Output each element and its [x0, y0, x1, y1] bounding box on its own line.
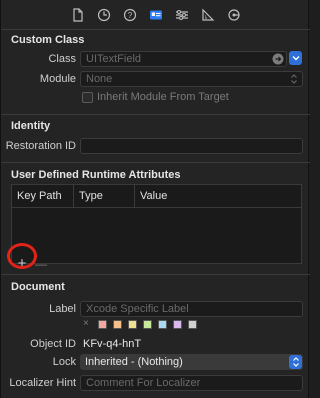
class-dropdown-button[interactable]: [289, 51, 302, 65]
inherit-module-checkbox[interactable]: [82, 92, 93, 103]
chevron-down-icon: [292, 56, 299, 61]
document-title: Document: [11, 281, 65, 293]
color-swatch[interactable]: [188, 320, 197, 329]
inspector-panel: ? Custom Class Class UITextField Module …: [0, 0, 310, 398]
attributes-icon[interactable]: [173, 6, 191, 24]
color-swatch[interactable]: [128, 320, 137, 329]
class-label: Class: [48, 53, 76, 65]
history-icon[interactable]: [95, 6, 113, 24]
udra-footer: [12, 245, 301, 263]
color-swatch[interactable]: [113, 320, 122, 329]
udra-header-row: Key Path Type Value: [12, 185, 301, 208]
restoration-id-field[interactable]: [80, 138, 303, 154]
localizer-hint-field[interactable]: Comment For Localizer: [80, 375, 303, 391]
localizer-hint-label: Localizer Hint: [9, 377, 76, 389]
svg-text:?: ?: [127, 11, 132, 20]
clear-color-icon[interactable]: ×: [83, 318, 89, 329]
restoration-id-label: Restoration ID: [5, 140, 76, 152]
inspector-toolbar: ?: [1, 0, 310, 30]
highlight-circle: [7, 243, 37, 269]
label-label: Label: [49, 303, 76, 315]
module-placeholder: None: [86, 73, 113, 85]
help-icon[interactable]: ?: [121, 6, 139, 24]
lock-stepper-button[interactable]: [289, 355, 302, 369]
lock-label: Lock: [52, 356, 76, 368]
color-swatch[interactable]: [158, 320, 167, 329]
column-header-key-path[interactable]: Key Path: [12, 185, 74, 207]
toolbar-divider: [1, 29, 310, 30]
class-placeholder: UITextField: [86, 53, 142, 65]
section-divider: [1, 114, 310, 115]
lock-select[interactable]: Inherited - (Nothing): [80, 354, 303, 370]
connections-icon[interactable]: [225, 6, 243, 24]
column-header-type[interactable]: Type: [74, 185, 135, 207]
udra-title: User Defined Runtime Attributes: [11, 169, 181, 181]
inherit-module-label: Inherit Module From Target: [97, 91, 229, 103]
udra-table[interactable]: Key Path Type Value: [11, 184, 302, 264]
custom-class-title: Custom Class: [11, 34, 85, 46]
module-label: Module: [39, 73, 76, 85]
go-to-arrow-icon[interactable]: [272, 53, 284, 65]
section-divider: [1, 274, 310, 275]
xcode-label-field[interactable]: Xcode Specific Label: [80, 301, 303, 317]
file-icon[interactable]: [69, 6, 87, 24]
xcode-label-placeholder: Xcode Specific Label: [86, 303, 189, 315]
class-field[interactable]: UITextField: [80, 51, 287, 67]
color-swatch[interactable]: [98, 320, 107, 329]
chevron-updown-icon: [291, 74, 297, 84]
module-field[interactable]: None: [80, 71, 303, 87]
chevron-updown-icon: [292, 357, 299, 367]
identity-icon[interactable]: [147, 6, 165, 24]
lock-selected-value: Inherited - (Nothing): [85, 356, 183, 368]
identity-title: Identity: [11, 120, 51, 132]
size-icon[interactable]: [199, 6, 217, 24]
object-id-label: Object ID: [30, 338, 76, 350]
column-header-value[interactable]: Value: [135, 185, 301, 207]
color-swatch[interactable]: [143, 320, 152, 329]
color-swatch[interactable]: [173, 320, 182, 329]
section-divider: [1, 162, 310, 163]
localizer-hint-placeholder: Comment For Localizer: [86, 377, 201, 389]
object-id-value: KFv-q4-hnT: [83, 338, 142, 350]
